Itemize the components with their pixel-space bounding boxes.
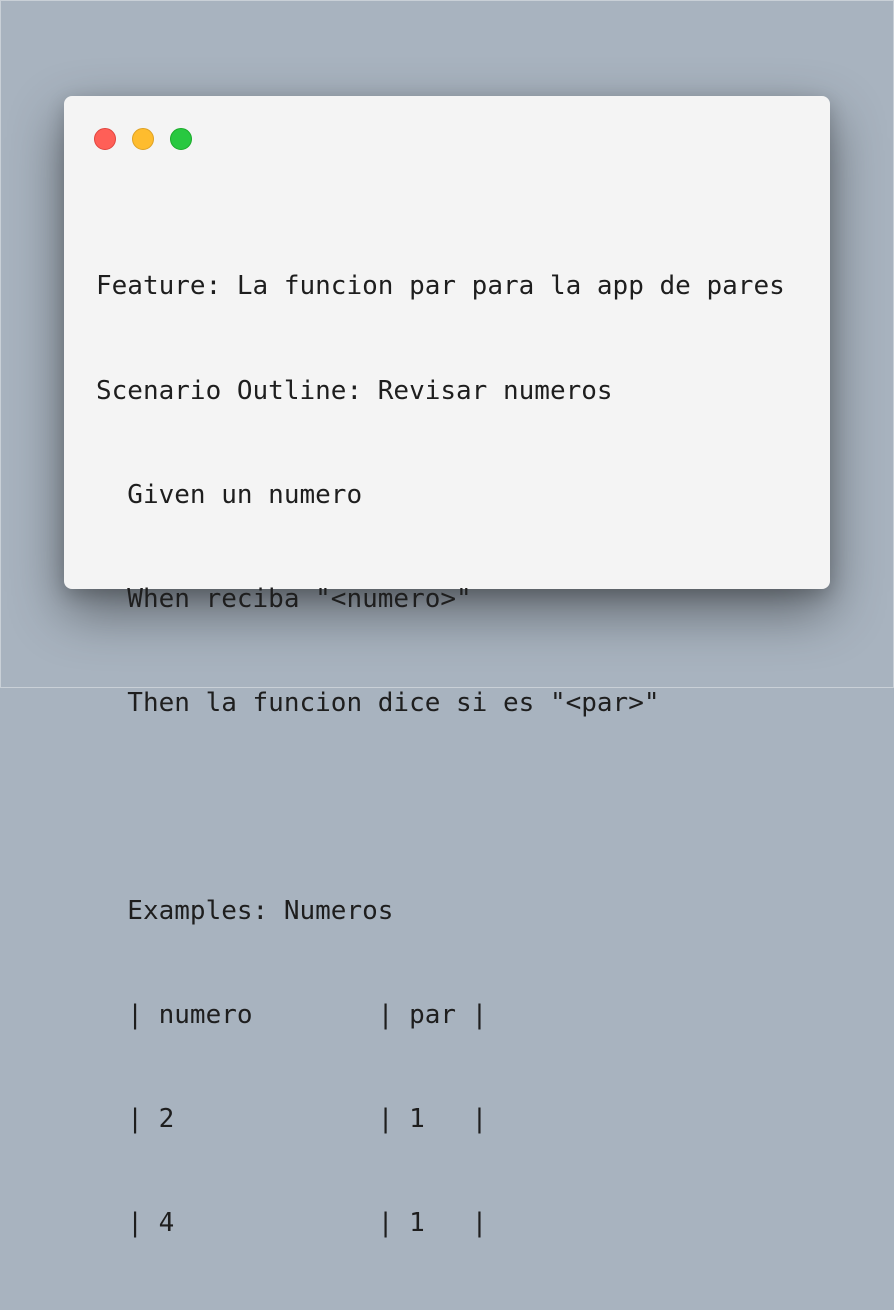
code-line-table-row: | 4 | 1 | xyxy=(96,1208,488,1239)
code-block: Feature: La funcion par para la app de p… xyxy=(96,200,785,1310)
code-line-when: When reciba "<numero>" xyxy=(96,583,472,614)
code-line-table-row: | 2 | 1 | xyxy=(96,1104,488,1135)
code-line-given: Given un numero xyxy=(96,479,363,510)
window-controls xyxy=(94,128,192,150)
zoom-icon[interactable] xyxy=(170,128,192,150)
code-line-feature: Feature: La funcion par para la app de p… xyxy=(96,271,785,302)
code-line-then: Then la funcion dice si es "<par>" xyxy=(96,687,660,718)
code-line-table-header: | numero | par | xyxy=(96,1000,488,1031)
code-window: Feature: La funcion par para la app de p… xyxy=(64,96,830,1238)
minimize-icon[interactable] xyxy=(132,128,154,150)
code-line-scenario-outline: Scenario Outline: Revisar numeros xyxy=(96,375,613,406)
close-icon[interactable] xyxy=(94,128,116,150)
code-line-examples: Examples: Numeros xyxy=(96,895,394,926)
